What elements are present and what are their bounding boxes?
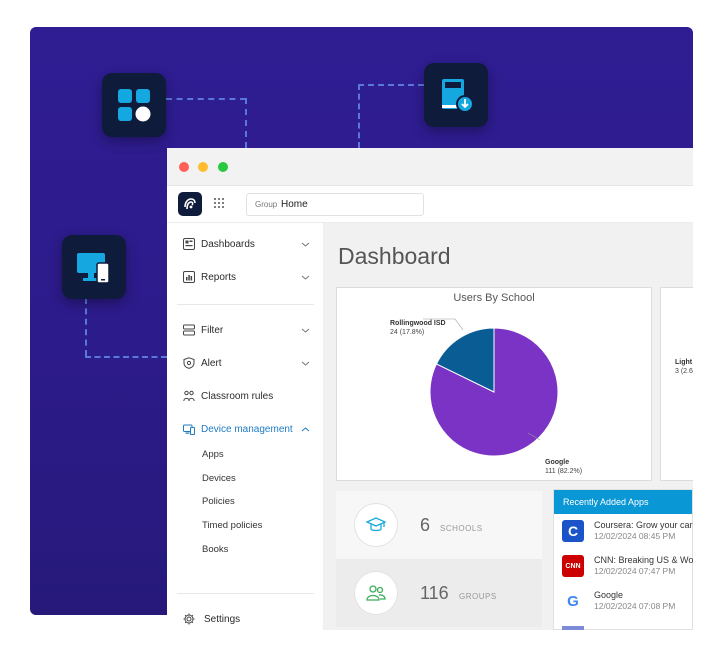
apps-grid-icon[interactable] xyxy=(213,197,225,209)
report-icon xyxy=(183,271,195,283)
coursera-icon: C xyxy=(562,520,584,542)
groups-stat[interactable]: 116 GROUPS xyxy=(336,559,542,627)
sidebar-item-filter[interactable]: Filter xyxy=(167,320,324,340)
chevron-down-icon xyxy=(301,275,310,280)
book-download-icon xyxy=(424,63,488,127)
maximize-dot[interactable] xyxy=(218,162,228,172)
sidebar-item-label: Reports xyxy=(201,271,237,283)
app-name: Coursera: Grow your care xyxy=(594,520,693,530)
page: Group Home Dashboards Reports Filter Ale… xyxy=(0,0,723,650)
label-leader-line xyxy=(454,318,464,331)
connector-line xyxy=(85,356,167,358)
sidebar: Dashboards Reports Filter Alert Classroo… xyxy=(167,223,324,630)
app-date: 12/02/2024 08:45 PM xyxy=(594,531,676,541)
panel-header: Recently Added Apps xyxy=(554,490,692,514)
group-selector[interactable]: Group Home xyxy=(246,193,424,216)
sidebar-subitem-timed-policies[interactable]: Timed policies xyxy=(202,520,262,531)
cnn-icon: CNN xyxy=(562,555,584,577)
settings-label: Settings xyxy=(204,613,241,625)
recently-added-apps-panel: Recently Added Apps C Coursera: Grow you… xyxy=(553,489,693,630)
stat-label: SCHOOLS xyxy=(440,524,483,533)
stat-value: 6 xyxy=(420,515,431,535)
app-name: CNN: Breaking US & Worl xyxy=(594,555,693,565)
chevron-down-icon xyxy=(301,328,310,333)
sidebar-item-label: Alert xyxy=(201,357,222,369)
gear-icon xyxy=(183,613,195,625)
sidebar-subitem-books[interactable]: Books xyxy=(202,544,228,555)
next-app-icon-partial xyxy=(562,626,584,630)
chevron-down-icon xyxy=(301,361,310,366)
classroom-icon xyxy=(183,390,195,402)
shield-icon xyxy=(183,357,195,369)
app-window: Group Home Dashboards Reports Filter Ale… xyxy=(167,148,693,630)
slice-name: Light xyxy=(675,359,693,366)
users-by-school-pie xyxy=(423,318,559,457)
schools-stat[interactable]: 6 SCHOOLS xyxy=(336,491,542,559)
sidebar-item-settings[interactable]: Settings xyxy=(167,609,324,629)
devices-icon xyxy=(183,424,195,435)
users-icon xyxy=(354,571,398,615)
logo-icon xyxy=(184,198,196,210)
sidebar-subitem-policies[interactable]: Policies xyxy=(202,496,235,507)
monitor-phone-icon xyxy=(62,235,126,299)
slice-detail: 3 (2.6 xyxy=(675,368,693,375)
dashboard-icon xyxy=(183,238,195,250)
sidebar-subitem-devices[interactable]: Devices xyxy=(202,473,236,484)
slice-name: Rollingwood ISD xyxy=(390,320,446,327)
connector-line xyxy=(85,298,87,356)
group-label: Group xyxy=(255,200,278,209)
stat-value: 116 xyxy=(420,583,449,603)
sidebar-divider xyxy=(177,593,314,594)
window-titlebar xyxy=(167,148,693,186)
second-chart-card: Light 3 (2.6 xyxy=(660,287,693,481)
slice-name: Google xyxy=(545,459,570,466)
app-name: Google xyxy=(594,590,624,600)
second-card-label: Light 3 (2.6 xyxy=(675,358,693,376)
google-icon: G xyxy=(562,590,584,612)
main-content: Dashboard Users By School Rollingwood IS… xyxy=(324,223,693,630)
connector-line xyxy=(166,98,246,100)
app-date: 12/02/2024 07:47 PM xyxy=(594,566,676,576)
connector-line xyxy=(358,84,360,148)
pie-label-rollingwood: Rollingwood ISD 24 (17.8%) xyxy=(390,319,446,337)
dashboard-tiles-icon xyxy=(102,73,166,137)
sidebar-item-dashboards[interactable]: Dashboards xyxy=(167,234,324,254)
filter-icon xyxy=(183,324,195,336)
close-dot[interactable] xyxy=(179,162,189,172)
sidebar-item-label: Dashboards xyxy=(201,238,255,250)
top-bar: Group Home xyxy=(167,186,693,223)
minimize-dot[interactable] xyxy=(198,162,208,172)
sidebar-item-reports[interactable]: Reports xyxy=(167,267,324,287)
sidebar-divider xyxy=(177,304,314,305)
slice-detail: 111 (82.2%) xyxy=(545,468,583,475)
sidebar-item-classroom-rules[interactable]: Classroom rules xyxy=(167,386,324,406)
chevron-down-icon xyxy=(301,242,310,247)
sidebar-item-device-management[interactable]: Device management xyxy=(167,419,324,439)
page-title: Dashboard xyxy=(338,243,451,269)
group-value: Home xyxy=(281,199,308,210)
app-row[interactable]: CNN CNN: Breaking US & Worl 12/02/2024 0… xyxy=(554,549,693,583)
app-row[interactable]: G Google 12/02/2024 07:08 PM xyxy=(554,584,693,618)
users-by-school-card: Users By School Rollingwood ISD 24 (17.8… xyxy=(336,287,652,481)
app-date: 12/02/2024 07:08 PM xyxy=(594,601,676,611)
pie-label-google: Google 111 (82.2%) xyxy=(545,458,582,476)
graduation-cap-icon xyxy=(354,503,398,547)
app-logo[interactable] xyxy=(178,192,202,216)
stat-label: GROUPS xyxy=(459,592,497,601)
sidebar-item-label: Device management xyxy=(201,423,293,435)
slice-detail: 24 (17.8%) xyxy=(390,329,425,336)
app-row[interactable]: C Coursera: Grow your care 12/02/2024 08… xyxy=(554,514,693,548)
sidebar-item-label: Classroom rules xyxy=(201,390,274,402)
sidebar-item-label: Filter xyxy=(201,324,224,336)
sidebar-subitem-apps[interactable]: Apps xyxy=(202,449,224,460)
sidebar-item-alert[interactable]: Alert xyxy=(167,353,324,373)
connector-line xyxy=(245,98,247,148)
chevron-up-icon xyxy=(301,426,310,431)
connector-line xyxy=(358,84,424,86)
